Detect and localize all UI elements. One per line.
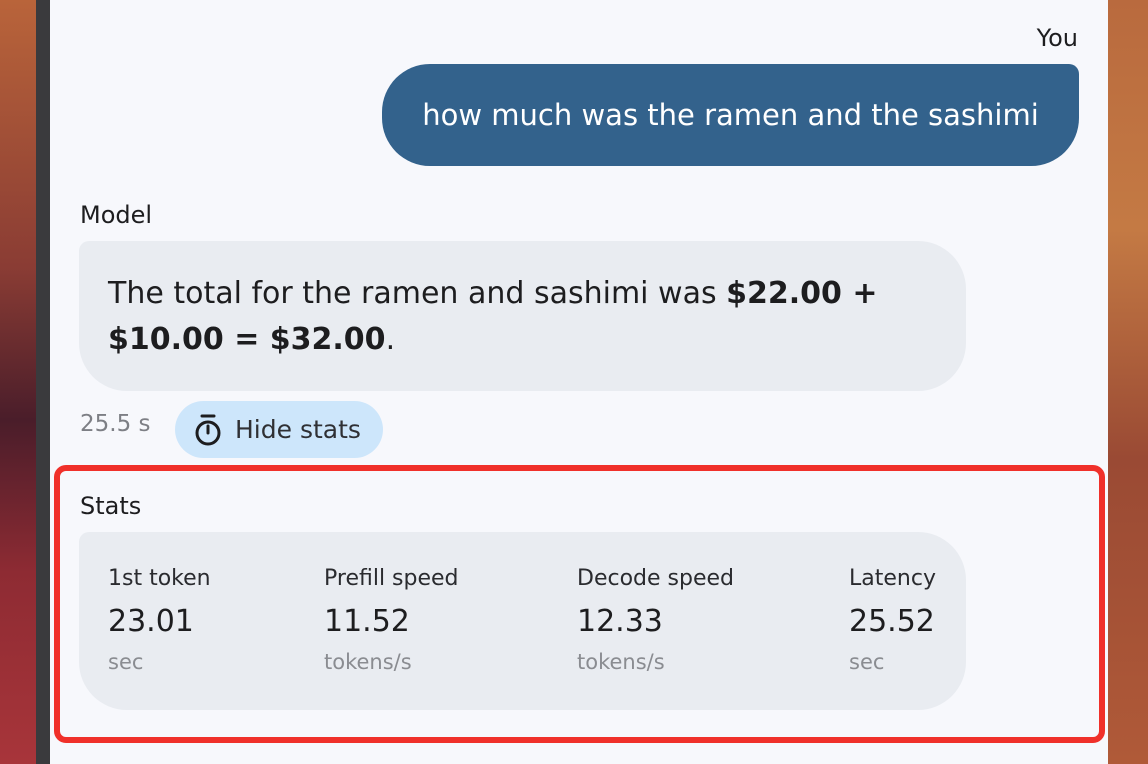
stat-value: 23.01 bbox=[108, 604, 194, 639]
stat-unit: sec bbox=[849, 650, 885, 674]
stat-value: 12.33 bbox=[577, 604, 663, 639]
stat-decode-speed: Decode speed 12.33 tokens/s bbox=[577, 566, 734, 674]
stats-title: Stats bbox=[80, 492, 142, 520]
stat-value: 25.52 bbox=[849, 604, 935, 639]
model-sender-label: Model bbox=[80, 201, 153, 229]
hide-stats-label: Hide stats bbox=[235, 415, 361, 444]
chat-panel: You how much was the ramen and the sashi… bbox=[50, 0, 1108, 764]
stat-latency: Latency 25.52 sec bbox=[849, 566, 936, 674]
stat-unit: tokens/s bbox=[324, 650, 412, 674]
model-message-text: The total for the ramen and sashimi was bbox=[108, 276, 727, 311]
hide-stats-button[interactable]: Hide stats bbox=[175, 401, 383, 458]
model-message-end: . bbox=[385, 322, 396, 357]
stat-label: Prefill speed bbox=[324, 566, 459, 591]
desktop-wallpaper-left bbox=[0, 0, 36, 764]
stopwatch-icon bbox=[193, 413, 223, 447]
stat-unit: sec bbox=[108, 650, 144, 674]
desktop-wallpaper-right bbox=[1108, 0, 1148, 764]
stat-label: 1st token bbox=[108, 566, 211, 591]
user-message-text: how much was the ramen and the sashimi bbox=[422, 98, 1039, 132]
stat-prefill-speed: Prefill speed 11.52 tokens/s bbox=[324, 566, 459, 674]
user-message-bubble: how much was the ramen and the sashimi bbox=[382, 64, 1079, 166]
stat-label: Decode speed bbox=[577, 566, 734, 591]
stat-value: 11.52 bbox=[324, 604, 410, 639]
stat-label: Latency bbox=[849, 566, 936, 591]
model-message-bubble: The total for the ramen and sashimi was … bbox=[79, 241, 966, 391]
stat-unit: tokens/s bbox=[577, 650, 665, 674]
response-elapsed-time: 25.5 s bbox=[80, 411, 151, 437]
stats-card: 1st token 23.01 sec Prefill speed 11.52 … bbox=[79, 532, 966, 710]
window-frame-left bbox=[36, 0, 50, 764]
user-sender-label: You bbox=[1036, 24, 1078, 52]
stat-first-token: 1st token 23.01 sec bbox=[108, 566, 211, 674]
